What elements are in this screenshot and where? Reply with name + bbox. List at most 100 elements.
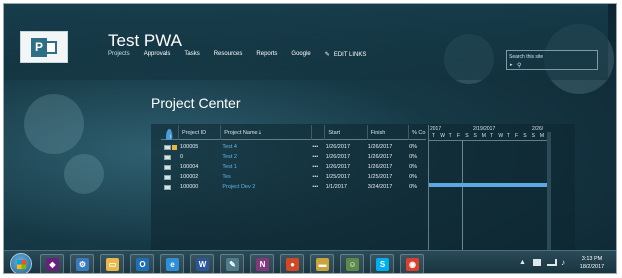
search-icon[interactable]: ⚲ — [517, 62, 521, 69]
table-row[interactable]: 0 Test 2 ••• 1/26/2017 1/26/2017 0% — [161, 152, 426, 162]
search-scope-arrow-icon[interactable]: ▸ — [510, 62, 513, 68]
cell-project-name-link[interactable]: Tes — [221, 174, 312, 180]
browser-window: P Test PWA Projects Approvals Tasks Reso… — [3, 3, 617, 274]
column-header-start[interactable]: Start — [325, 125, 368, 140]
gantt-header-divider — [429, 140, 547, 141]
clock-date: 18/2/2017 — [579, 264, 605, 270]
system-clock[interactable]: 3:13 PM 18/2/2017 — [572, 255, 612, 271]
cell-start: 1/26/2017 — [325, 154, 351, 160]
sort-descending-icon: ⇣ — [257, 130, 263, 136]
taskbar-app-button[interactable]: ✎ — [220, 254, 244, 273]
gantt-task-bar[interactable] — [429, 183, 547, 187]
table-row[interactable]: 100005 Test 4 ••• 1/26/2017 1/26/2017 0% — [161, 142, 426, 152]
taskbar-app-button[interactable]: ◉ — [400, 254, 424, 273]
taskbar-app-button[interactable]: O — [130, 254, 154, 273]
row-actions-ellipsis[interactable]: ••• — [312, 164, 325, 170]
chrome-icon: ◉ — [406, 258, 419, 271]
page-title: Project Center — [151, 95, 241, 111]
volume-icon[interactable]: ♪ — [561, 258, 565, 267]
gantt-day-label: M — [539, 133, 545, 139]
taskbar-app-button[interactable]: S — [370, 254, 394, 273]
gantt-day-label: W — [440, 133, 446, 139]
gantt-date-label: 2017 — [430, 126, 442, 132]
word-icon: W — [196, 258, 209, 271]
cell-finish: 1/26/2017 — [367, 164, 393, 170]
cell-project-id: 100000 — [180, 184, 199, 190]
project-icon — [164, 164, 171, 170]
cell-start: 1/26/2017 — [325, 144, 351, 150]
action-center-flag-icon[interactable] — [533, 259, 541, 266]
column-header-project-name[interactable]: Project Name⇣ — [221, 125, 313, 140]
table-row[interactable]: 100000 Project Dev 2 ••• 1/1/2017 3/24/2… — [161, 182, 426, 192]
gantt-day-label: T — [432, 133, 436, 139]
recorder-icon: ● — [286, 258, 299, 271]
cell-start: 1/25/2017 — [325, 174, 351, 180]
table-row[interactable]: 100002 Tes ••• 1/25/2017 1/25/2017 0% — [161, 172, 426, 182]
taskbar-app-button[interactable]: N — [250, 254, 274, 273]
checkout-flag-icon — [172, 144, 177, 150]
column-header-percent-complete[interactable]: % Co — [409, 125, 426, 140]
search-input[interactable] — [509, 53, 589, 61]
project-icon — [164, 154, 171, 160]
gantt-day-label: S — [523, 133, 527, 139]
taskbar-app-button[interactable]: ☺ — [340, 254, 364, 273]
background-bokeh — [24, 94, 84, 154]
row-actions-ellipsis[interactable]: ••• — [312, 184, 325, 190]
row-actions-ellipsis[interactable]: ••• — [312, 144, 325, 150]
network-icon[interactable] — [547, 259, 557, 266]
taskbar-app-button[interactable]: ◆ — [40, 254, 64, 273]
gantt-date-label: 2/26/ — [532, 126, 544, 132]
network-icon: ⚙ — [76, 258, 89, 271]
nav-item-reports[interactable]: Reports — [256, 51, 277, 58]
gantt-day-label: S — [531, 133, 535, 139]
row-indicators — [161, 184, 179, 190]
skype-icon: S — [376, 258, 389, 271]
gantt-day-label: T — [490, 133, 494, 139]
project-web-app-logo[interactable]: P — [20, 31, 68, 63]
start-button[interactable] — [10, 253, 32, 273]
edit-links-button[interactable]: ✎ EDIT LINKS — [324, 51, 381, 59]
cell-project-name-link[interactable]: Test 2 — [221, 154, 312, 160]
gantt-chart: 2017 2/19/2017 2/26/ TWTFSSMTWTFSSM — [428, 125, 547, 252]
taskbar-app-button[interactable]: e — [160, 254, 184, 273]
site-title[interactable]: Test PWA — [108, 31, 182, 51]
suite-bar: P Test PWA Projects Approvals Tasks Reso… — [4, 4, 608, 80]
background-bokeh — [64, 154, 104, 194]
row-actions-ellipsis[interactable]: ••• — [312, 154, 325, 160]
cell-project-name-link[interactable]: Project Dev 2 — [221, 184, 312, 190]
nav-item-tasks[interactable]: Tasks — [184, 51, 199, 58]
taskbar-app-button[interactable]: ▭ — [100, 254, 124, 273]
taskbar-app-button[interactable]: W — [190, 254, 214, 273]
row-indicators — [161, 164, 179, 170]
show-hidden-icons-icon[interactable]: ▲ — [519, 259, 526, 266]
table-row[interactable]: 100004 Test 1 ••• 1/26/2017 1/26/2017 0% — [161, 162, 426, 172]
row-indicators — [161, 154, 179, 160]
file-explorer-icon: ▭ — [106, 258, 119, 271]
search-box[interactable]: ▸ ⚲ — [506, 50, 598, 70]
nav-item-projects[interactable]: Projects — [108, 51, 130, 58]
column-header-finish[interactable]: Finish — [368, 125, 409, 140]
cell-project-name-link[interactable]: Test 4 — [221, 144, 312, 150]
nav-item-resources[interactable]: Resources — [214, 51, 243, 58]
taskbar-app-button[interactable]: ▬ — [310, 254, 334, 273]
gantt-day-label: W — [498, 133, 504, 139]
cell-finish: 3/24/2017 — [367, 184, 393, 190]
logo-p-icon: P — [31, 38, 47, 57]
row-indicators — [161, 144, 179, 150]
gantt-day-label: T — [448, 133, 452, 139]
column-header-project-id[interactable]: Project ID — [179, 125, 222, 140]
grid-header-indicator[interactable]: i — [161, 125, 179, 140]
taskbar-app-button[interactable]: ● — [280, 254, 304, 273]
nav-item-approvals[interactable]: Approvals — [144, 51, 171, 58]
cell-start: 1/1/2017 — [325, 184, 347, 190]
vertical-scrollbar[interactable] — [547, 132, 551, 250]
cell-percent-complete: 0% — [409, 154, 418, 160]
cell-project-name-link[interactable]: Test 1 — [221, 164, 312, 170]
gantt-day-label: S — [465, 133, 469, 139]
pencil-icon: ✎ — [324, 52, 330, 58]
nav-item-google[interactable]: Google — [291, 51, 310, 58]
taskbar-app-button[interactable]: ⚙ — [70, 254, 94, 273]
row-actions-ellipsis[interactable]: ••• — [312, 174, 325, 180]
clock-time: 3:13 PM — [581, 256, 603, 262]
onenote-icon: N — [256, 258, 269, 271]
